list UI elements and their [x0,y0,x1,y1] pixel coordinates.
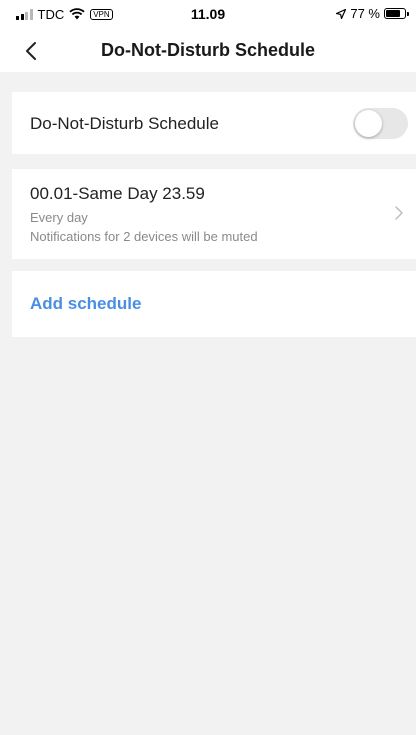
page-title: Do-Not-Disturb Schedule [101,40,315,60]
toggle-knob [355,110,382,137]
schedule-toggle-label: Do-Not-Disturb Schedule [30,114,219,133]
battery-percent: 77 % [350,6,380,21]
content-area: Do-Not-Disturb Schedule 00.01-Same Day 2… [0,72,416,735]
add-schedule-button[interactable]: Add schedule [30,294,141,314]
schedule-repeat: Every day [30,210,88,225]
screen: TDC VPN 11.09 77 % Do-Not-Disturb Schedu… [0,0,416,735]
schedule-toggle-row: Do-Not-Disturb Schedule [12,92,416,154]
battery-level [386,10,400,17]
status-right: 77 % [336,6,409,21]
schedule-description: Notifications for 2 devices will be mute… [30,229,258,244]
schedule-time-range: 00.01-Same Day 23.59 [30,184,205,203]
schedule-item[interactable]: 00.01-Same Day 23.59 Every day Notificat… [12,169,416,259]
status-bar: TDC VPN 11.09 77 % [0,0,416,30]
location-arrow-icon [336,8,347,19]
navigation-bar: Do-Not-Disturb Schedule [0,30,416,72]
add-schedule-row: Add schedule [12,259,416,337]
battery-icon [384,8,409,19]
schedule-toggle-switch[interactable] [353,108,408,139]
chevron-right-icon [395,206,403,220]
